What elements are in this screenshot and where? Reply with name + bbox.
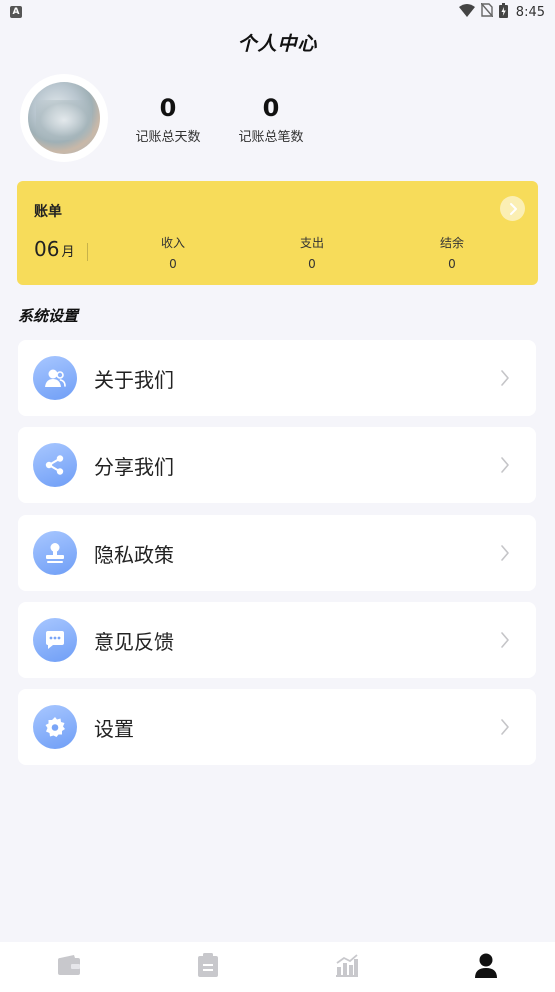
battery-icon <box>498 2 508 22</box>
menu-item-label: 关于我们 <box>94 367 174 392</box>
share-icon <box>33 443 77 487</box>
bottom-nav <box>0 942 555 992</box>
avatar[interactable] <box>20 74 108 162</box>
status-time: 8:45 <box>515 4 545 20</box>
bill-col-value: 0 <box>308 257 316 271</box>
nav-tab-profile[interactable] <box>456 942 516 992</box>
gear-icon <box>33 705 77 749</box>
bill-divider <box>87 243 88 261</box>
bill-month[interactable]: 06 月 <box>34 237 74 261</box>
bill-expense: 支出 0 <box>272 234 352 271</box>
wifi-icon <box>458 3 475 21</box>
menu-item-settings[interactable]: 设置 <box>18 689 536 765</box>
chevron-right-icon[interactable] <box>500 196 525 221</box>
stat-total-entries: 0 记账总笔数 <box>216 94 326 145</box>
bill-month-unit: 月 <box>61 245 75 260</box>
avatar-image <box>28 82 100 154</box>
menu-item-label: 意见反馈 <box>94 629 174 654</box>
chevron-right-icon <box>500 369 510 387</box>
about-us-icon <box>33 356 77 400</box>
a-badge: A <box>10 6 22 18</box>
page-title: 个人中心 <box>237 33 318 55</box>
bill-income: 收入 0 <box>133 234 213 271</box>
nav-tab-charts[interactable] <box>317 942 377 992</box>
status-bar: A 8:45 <box>0 0 555 24</box>
menu-item-about-us[interactable]: 关于我们 <box>18 340 536 416</box>
bill-title: 账单 <box>34 204 62 220</box>
privacy-stamp-icon <box>33 531 77 575</box>
bill-col-label: 收入 <box>160 236 185 250</box>
menu-item-feedback[interactable]: 意见反馈 <box>18 602 536 678</box>
chevron-right-icon <box>500 456 510 474</box>
section-title: 系统设置 <box>18 307 79 325</box>
stat-value: 0 <box>159 94 177 122</box>
wallet-icon <box>57 954 81 980</box>
stat-label: 记账总天数 <box>135 130 201 145</box>
stat-value: 0 <box>262 94 280 122</box>
no-sim-icon <box>480 2 494 21</box>
menu-item-label: 分享我们 <box>94 454 174 479</box>
chevron-right-icon <box>500 718 510 736</box>
menu-item-privacy[interactable]: 隐私政策 <box>18 515 536 591</box>
bill-month-number: 06 <box>34 237 60 261</box>
nav-tab-records[interactable] <box>178 942 238 992</box>
bill-card[interactable]: 账单 06 月 收入 0 支出 0 结余 0 <box>17 181 538 285</box>
profile-icon <box>474 952 498 982</box>
nav-tab-wallet[interactable] <box>39 942 99 992</box>
menu-item-label: 设置 <box>94 716 134 741</box>
menu-item-share[interactable]: 分享我们 <box>18 427 536 503</box>
chevron-right-icon <box>500 544 510 562</box>
bill-col-label: 结余 <box>439 236 464 250</box>
bill-balance: 结余 0 <box>412 234 492 271</box>
menu-item-label: 隐私政策 <box>94 542 174 567</box>
feedback-chat-icon <box>33 618 77 662</box>
chart-icon <box>335 953 359 981</box>
stat-total-days: 0 记账总天数 <box>113 94 223 145</box>
clipboard-icon <box>197 953 219 981</box>
bill-col-value: 0 <box>169 257 177 271</box>
bill-col-value: 0 <box>448 257 456 271</box>
chevron-right-icon <box>500 631 510 649</box>
stat-label: 记账总笔数 <box>238 130 304 145</box>
bill-col-label: 支出 <box>299 236 324 250</box>
